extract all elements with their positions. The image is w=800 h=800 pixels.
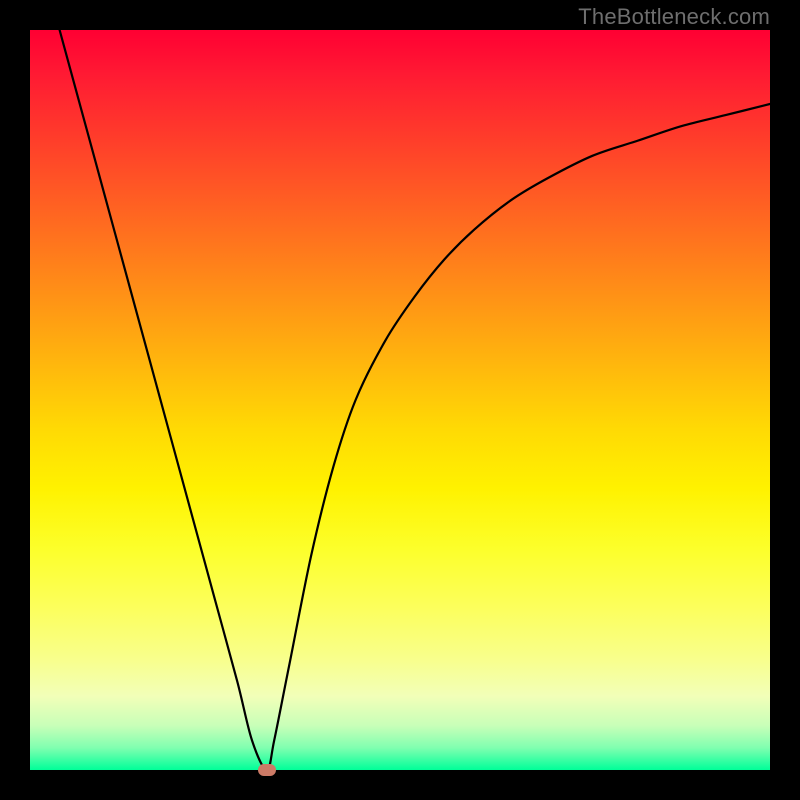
chart-frame: TheBottleneck.com [0,0,800,800]
curve-path [60,30,770,770]
attribution-label: TheBottleneck.com [578,4,770,30]
plot-area [30,30,770,770]
bottleneck-curve [30,30,770,770]
optimum-marker [258,764,276,776]
